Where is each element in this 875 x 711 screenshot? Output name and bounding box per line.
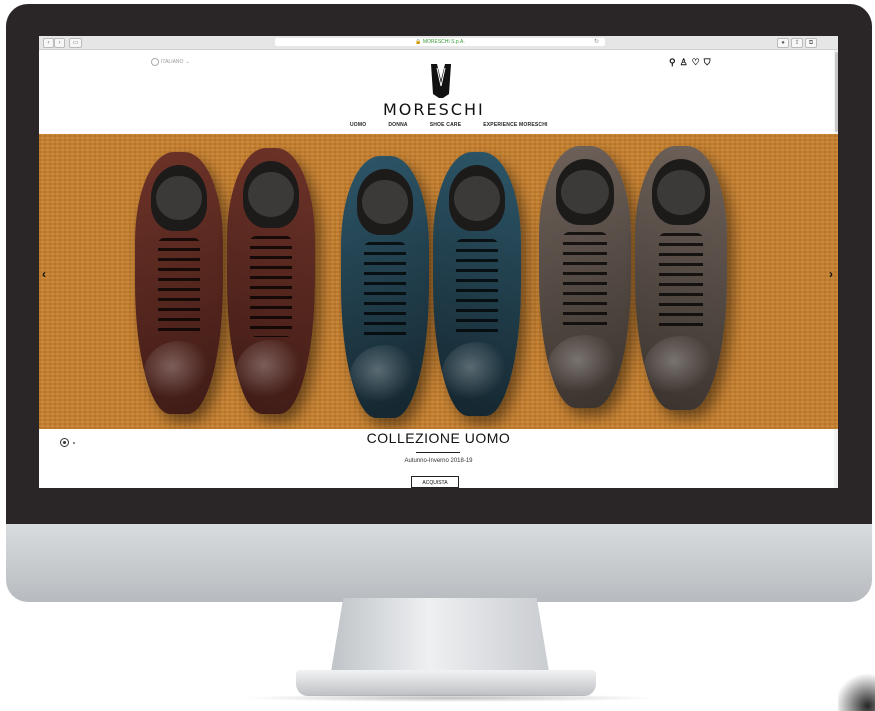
slider-prev-arrow-icon[interactable]: ‹: [42, 267, 46, 281]
cart-icon[interactable]: ⛉: [704, 57, 711, 67]
header-icons: ⚲ ♙ ♡ ⛉: [669, 57, 711, 67]
nav-item-shoe-care[interactable]: SHOE CARE: [419, 122, 473, 128]
shoe-brown-left: [135, 152, 223, 414]
slider-next-arrow-icon[interactable]: ›: [829, 267, 833, 281]
tabs-icon[interactable]: ⧉: [805, 38, 817, 48]
chevron-right-icon[interactable]: ›: [54, 38, 65, 48]
main-navigation: UOMO DONNA SHOE CARE EXPERIENCE MORESCHI: [339, 122, 559, 128]
nav-item-donna[interactable]: DONNA: [377, 122, 418, 128]
info-icon[interactable]: ●: [777, 38, 789, 48]
address-bar[interactable]: 🔒 MORESCHI S.p.A. ↻: [275, 38, 605, 46]
shoe-blue-right: [433, 152, 521, 416]
reload-icon[interactable]: ↻: [594, 38, 599, 46]
monitor-stand-neck: [330, 598, 550, 678]
shoe-grey-left: [539, 146, 631, 408]
nav-item-uomo[interactable]: UOMO: [339, 122, 377, 128]
corner-shadow: [838, 660, 875, 711]
sidebar-icon[interactable]: ▭: [69, 38, 82, 48]
chevron-down-icon: ⌄: [185, 59, 190, 65]
logo-mark-icon: [431, 64, 451, 98]
language-label: ITALIANO: [161, 59, 184, 65]
brand-wordmark: MORESCHI: [383, 100, 485, 119]
monitor-stand-base: [296, 670, 596, 696]
title-divider: [416, 452, 460, 453]
collection-title: COLLEZIONE UOMO: [366, 430, 511, 446]
screen: ‹ › ▭ 🔒 MORESCHI S.p.A. ↻ ● ⇪ ⧉ ITALIANO…: [39, 36, 838, 488]
brand-logo[interactable]: MORESCHI: [371, 62, 521, 119]
shoe-brown-right: [227, 148, 315, 414]
share-icon[interactable]: ⇪: [791, 38, 803, 48]
browser-toolbar: ‹ › ▭ 🔒 MORESCHI S.p.A. ↻ ● ⇪ ⧉: [39, 36, 838, 50]
stand-shadow: [240, 694, 660, 702]
url-text: MORESCHI S.p.A.: [422, 39, 465, 45]
wishlist-icon[interactable]: ♡: [692, 57, 700, 67]
nav-item-experience-moreschi[interactable]: EXPERIENCE MORESCHI: [472, 122, 558, 128]
hero-slider: ‹ ›: [39, 134, 838, 429]
chevron-left-icon[interactable]: ‹: [43, 38, 54, 48]
lock-icon: 🔒: [415, 39, 422, 45]
scrollbar-thumb[interactable]: [835, 52, 838, 132]
collection-subtitle: Autunno-Inverno 2018-19: [404, 458, 473, 464]
account-icon[interactable]: ♙: [680, 57, 688, 67]
monitor-chin: [6, 524, 872, 602]
language-selector[interactable]: ITALIANO ⌄: [151, 58, 190, 66]
search-icon[interactable]: ⚲: [669, 57, 676, 67]
globe-icon: [151, 58, 159, 66]
shoe-grey-right: [635, 146, 727, 410]
shop-button[interactable]: ACQUISTA: [411, 476, 459, 488]
shoe-blue-left: [341, 156, 429, 418]
